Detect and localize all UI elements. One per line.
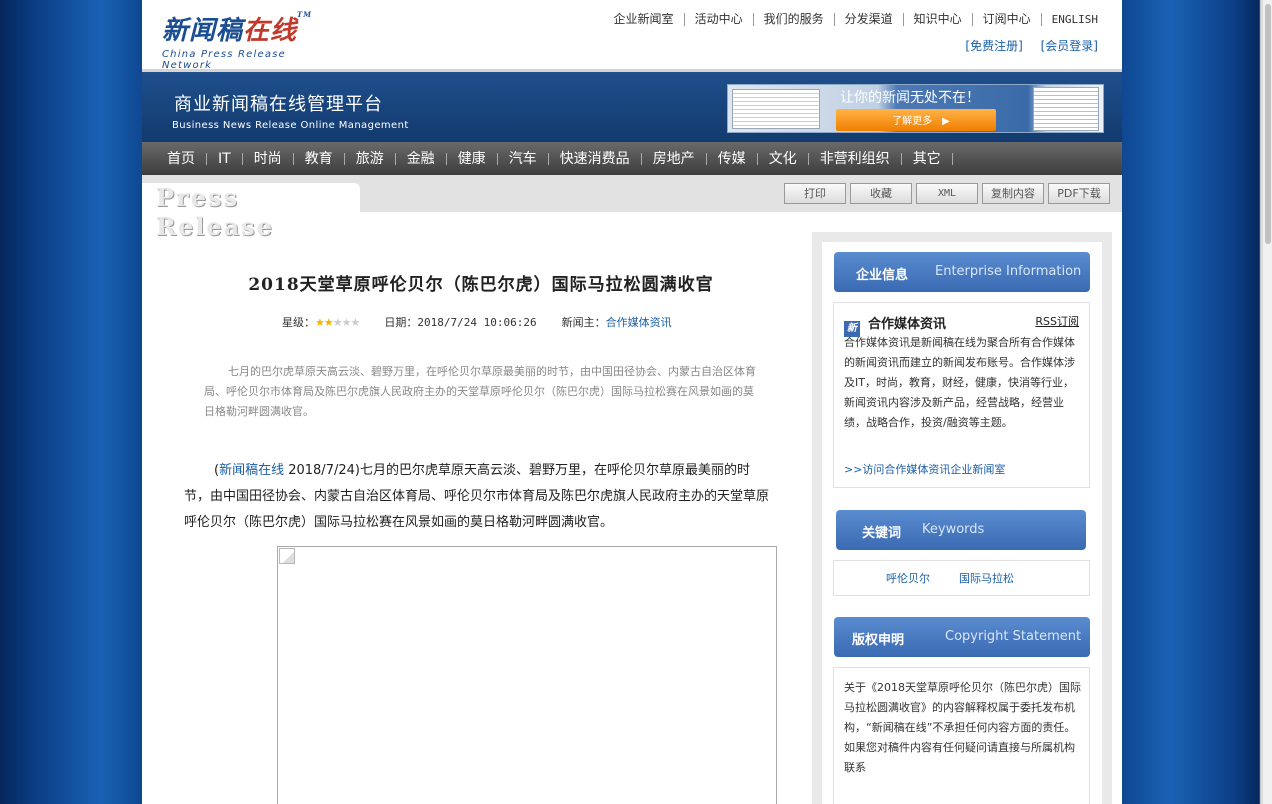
rss-subscribe-link[interactable]: RSS订阅 — [1035, 313, 1079, 329]
visit-newsroom-link[interactable]: >>访问合作媒体资讯企业新闻室 — [844, 461, 1005, 477]
date-label: 日期： — [384, 316, 418, 329]
keyword-marathon[interactable]: 国际马拉松 — [959, 570, 1014, 586]
promo-slogan: 让你的新闻无处不在！ — [840, 90, 980, 106]
sidebar: 企业信息 Enterprise Information 新合作媒体资讯 RSS订… — [812, 232, 1112, 804]
newspaper-image-right — [1033, 87, 1099, 131]
category-nav: 首页 IT 时尚 教育 旅游 金融 健康 汽车 快速消费品 房地产 传媒 文化 … — [142, 142, 1122, 175]
company-description: 合作媒体资讯是新闻稿在线为聚合所有合作媒体的新闻资讯而建立的新闻发布账号。合作媒… — [844, 336, 1075, 429]
rating-label: 星级： — [282, 316, 315, 329]
xml-button[interactable]: XML — [916, 183, 978, 204]
cat-realestate[interactable]: 房地产 — [642, 152, 707, 166]
arrow-right-icon: ▶ — [942, 116, 950, 127]
article-date: 2018/7/24 10:06:26 — [417, 316, 537, 329]
favorite-button[interactable]: 收藏 — [850, 183, 912, 204]
cat-it[interactable]: IT — [207, 152, 243, 166]
copy-content-button[interactable]: 复制内容 — [982, 183, 1044, 204]
site-header: 新闻稿在线TM China Press Release Network 企业新闻… — [142, 0, 1122, 72]
banner-title: 商业新闻稿在线管理平台 — [174, 94, 383, 115]
top-nav: 企业新闻室 活动中心 我们的服务 分发渠道 知识中心 订阅中心 ENGLISH — [604, 13, 1098, 26]
pdf-download-button[interactable]: PDF下载 — [1048, 183, 1110, 204]
topnav-knowledge[interactable]: 知识中心 — [904, 13, 973, 26]
page: 新闻稿在线TM China Press Release Network 企业新闻… — [142, 0, 1122, 804]
broken-image-icon — [279, 548, 295, 564]
cat-other[interactable]: 其它 — [902, 152, 953, 166]
logo-text-en: China Press Release Network — [162, 49, 286, 71]
sidebar-inner: 企业信息 Enterprise Information 新合作媒体资讯 RSS订… — [822, 242, 1102, 804]
promo-ad[interactable]: 让你的新闻无处不在！ 了解更多 ▶ — [727, 84, 1104, 133]
learn-more-label: 了解更多 — [892, 116, 933, 127]
cat-home[interactable]: 首页 — [156, 152, 207, 166]
press-release-bar: Press Release 打印 收藏 XML 复制内容 PDF下载 — [142, 175, 1122, 241]
source-link[interactable]: 新闻稿在线 — [219, 463, 284, 478]
topnav-channels[interactable]: 分发渠道 — [835, 13, 904, 26]
publisher-link[interactable]: 合作媒体资讯 — [606, 316, 672, 329]
cat-auto[interactable]: 汽车 — [498, 152, 549, 166]
newspaper-image — [732, 89, 820, 129]
keyword-hulunbuir[interactable]: 呼伦贝尔 — [886, 570, 930, 586]
cat-finance[interactable]: 金融 — [396, 152, 447, 166]
learn-more-button[interactable]: 了解更多 ▶ — [836, 109, 996, 131]
page-scrollbar[interactable] — [1262, 0, 1272, 804]
copyright-box: 关于《2018天堂草原呼伦贝尔（陈巴尔虎）国际马拉松圆满收官》的内容解释权属于委… — [833, 667, 1090, 804]
cat-fashion[interactable]: 时尚 — [243, 152, 294, 166]
topnav-events[interactable]: 活动中心 — [685, 13, 754, 26]
cat-education[interactable]: 教育 — [294, 152, 345, 166]
topnav-services[interactable]: 我们的服务 — [754, 13, 835, 26]
cat-health[interactable]: 健康 — [447, 152, 498, 166]
keywords-box: 呼伦贝尔 国际马拉松 — [833, 560, 1090, 596]
copyright-text: 关于《2018天堂草原呼伦贝尔（陈巴尔虎）国际马拉松圆满收官》的内容解释权属于委… — [844, 681, 1081, 774]
article-title: 2018天堂草原呼伦贝尔（陈巴尔虎）国际马拉松圆满收官 — [248, 275, 714, 295]
press-release-label: Press Release — [156, 183, 274, 241]
cat-travel[interactable]: 旅游 — [345, 152, 396, 166]
cat-media[interactable]: 传媒 — [707, 152, 758, 166]
article-meta: 星级：★★★★★ 日期：2018/7/24 10:06:26 新闻主：合作媒体资… — [282, 314, 672, 330]
article-tools: 打印 收藏 XML 复制内容 PDF下载 — [784, 183, 1110, 204]
topnav-subscribe[interactable]: 订阅中心 — [973, 13, 1042, 26]
article-summary: 七月的巴尔虎草原天高云淡、碧野万里，在呼伦贝尔草原最美丽的时节，由中国田径协会、… — [204, 365, 756, 418]
scrollbar-thumb[interactable] — [1265, 4, 1271, 244]
cat-culture[interactable]: 文化 — [758, 152, 809, 166]
publisher-label: 新闻主： — [561, 316, 606, 329]
keywords-header: 关键词 Keywords — [836, 510, 1086, 550]
topnav-newsroom[interactable]: 企业新闻室 — [604, 13, 685, 26]
cat-nonprofit[interactable]: 非营利组织 — [809, 152, 902, 166]
login-link[interactable]: [会员登录] — [1041, 39, 1098, 53]
register-link[interactable]: [免费注册] — [965, 39, 1022, 53]
print-button[interactable]: 打印 — [784, 183, 846, 204]
copyright-header: 版权申明 Copyright Statement — [834, 617, 1090, 657]
logo-text-cn: 新闻稿在线TM — [162, 10, 312, 46]
auth-links: [免费注册] [会员登录] — [951, 37, 1098, 54]
platform-banner: 商业新闻稿在线管理平台 Business News Release Online… — [142, 72, 1122, 142]
press-release-tab: Press Release — [142, 183, 360, 241]
rating-stars-icon: ★★★★★ — [315, 316, 360, 329]
cat-fmcg[interactable]: 快速消费品 — [549, 152, 642, 166]
site-logo[interactable]: 新闻稿在线TM China Press Release Network — [162, 10, 332, 71]
article-body: (新闻稿在线 2018/7/24)七月的巴尔虎草原天高云淡、碧野万里，在呼伦贝尔… — [184, 463, 770, 530]
article-image — [277, 546, 777, 804]
enterprise-info-header: 企业信息 Enterprise Information — [834, 252, 1090, 292]
topnav-english[interactable]: ENGLISH — [1042, 13, 1098, 26]
banner-subtitle: Business News Release Online Management — [172, 120, 409, 131]
company-card: 新合作媒体资讯 RSS订阅 合作媒体资讯是新闻稿在线为聚合所有合作媒体的新闻资讯… — [833, 302, 1090, 488]
